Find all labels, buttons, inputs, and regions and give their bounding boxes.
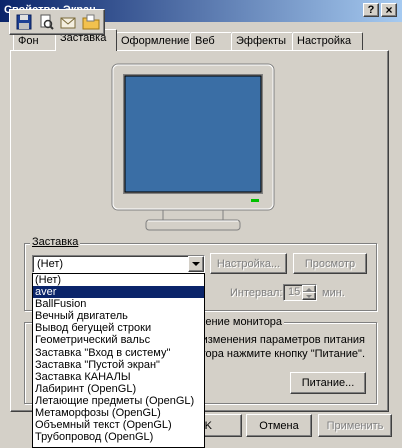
- monitor-preview: [108, 60, 278, 240]
- tab-appearance[interactable]: Оформление: [116, 32, 191, 50]
- arrow-down-icon: [306, 294, 312, 298]
- dropdown-item[interactable]: Трубопровод (OpenGL): [33, 431, 204, 443]
- tab-web[interactable]: Веб: [190, 32, 232, 50]
- cancel-button[interactable]: Отмена: [246, 414, 312, 437]
- folder-icon[interactable]: [82, 14, 100, 30]
- screensaver-select[interactable]: (Нет): [32, 255, 205, 273]
- interval-value: 15: [288, 286, 301, 298]
- interval-label: Интервал:: [230, 287, 283, 299]
- dropdown-item[interactable]: Заставка "Вход в систему": [33, 347, 204, 359]
- dropdown-item[interactable]: Лабиринт (OpenGL): [33, 383, 204, 395]
- mail-icon[interactable]: [60, 14, 76, 30]
- apply-button[interactable]: Применить: [318, 414, 392, 437]
- dropdown-item[interactable]: Заставка "Пустой экран": [33, 359, 204, 371]
- interval-unit: мин.: [322, 287, 345, 299]
- arrow-up-icon: [306, 287, 312, 291]
- power-button[interactable]: Питание...: [290, 372, 366, 394]
- dropdown-item[interactable]: aver: [33, 286, 204, 299]
- dropdown-item[interactable]: Вечный двигатель: [33, 310, 204, 322]
- help-button[interactable]: ?: [363, 3, 379, 17]
- screensaver-preview-button[interactable]: Просмотр: [293, 253, 367, 274]
- close-icon: ×: [385, 3, 393, 17]
- dropdown-item[interactable]: Заставка КАНАЛЫ: [33, 371, 204, 383]
- interval-spinner[interactable]: 15: [283, 284, 317, 301]
- screensaver-settings-button[interactable]: Настройка...: [210, 253, 287, 274]
- print-preview-icon[interactable]: [38, 14, 54, 30]
- screensaver-group-label: Заставка: [30, 236, 81, 248]
- screensaver-dropdown-list[interactable]: (Нет) aver BallFusion Вечный двигатель Вывод…: [32, 273, 205, 448]
- dropdown-item[interactable]: Геометрический вальс: [33, 334, 204, 346]
- dropdown-item[interactable]: Объемный текст (OpenGL): [33, 419, 204, 431]
- dropdown-item[interactable]: Вывод бегущей строки: [33, 322, 204, 334]
- dropdown-item[interactable]: (Нет): [33, 274, 204, 286]
- close-button[interactable]: ×: [381, 3, 397, 17]
- dropdown-item[interactable]: Летающие предметы (OpenGL): [33, 395, 204, 407]
- chevron-down-icon: [192, 262, 200, 266]
- tab-settings[interactable]: Настройка: [292, 32, 363, 50]
- save-icon[interactable]: [16, 14, 32, 30]
- quick-toolbar: [9, 9, 105, 35]
- dropdown-item[interactable]: Метаморфозы (OpenGL): [33, 407, 204, 419]
- spinner-down-button[interactable]: [302, 292, 316, 300]
- dropdown-item[interactable]: BallFusion: [33, 298, 204, 310]
- dropdown-arrow-button[interactable]: [188, 256, 204, 272]
- tab-effects[interactable]: Эффекты: [231, 32, 293, 50]
